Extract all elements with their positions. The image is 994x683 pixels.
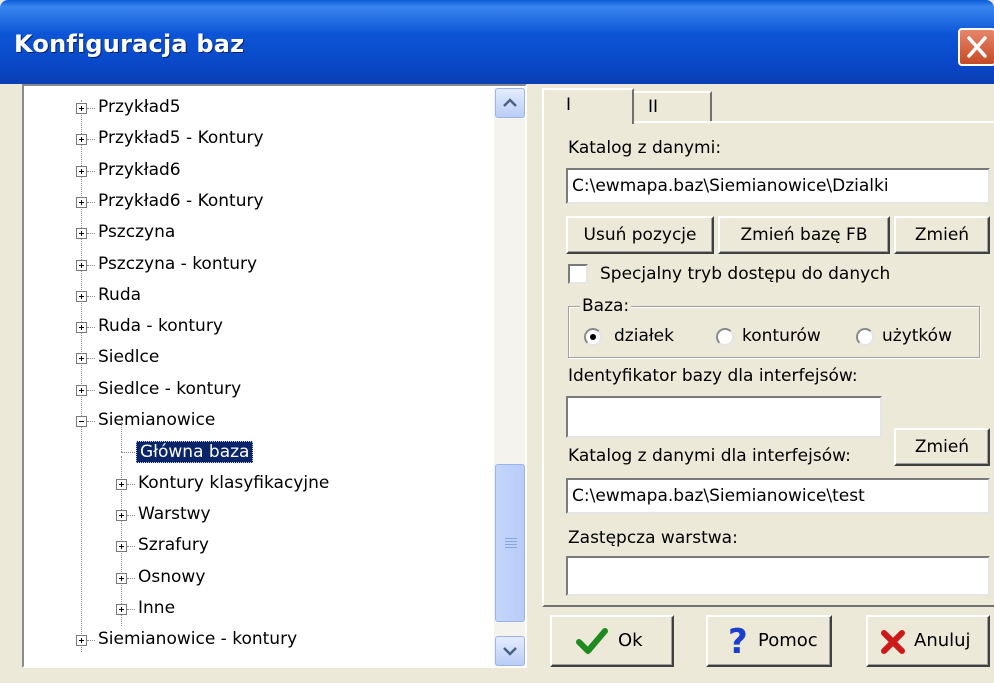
cancel-button[interactable]: Anuluj bbox=[866, 615, 990, 667]
special-mode-label: Specjalny tryb dostępu do danych bbox=[600, 264, 891, 284]
tree-item[interactable]: Przykład6 bbox=[24, 157, 489, 185]
change-fb-base-button[interactable]: Zmień bazę FB bbox=[718, 216, 890, 254]
tree-item-label: Szrafury bbox=[138, 535, 209, 555]
tree-item-label: Kontury klasyfikacyjne bbox=[138, 473, 330, 493]
radio-konturow[interactable] bbox=[716, 328, 734, 346]
tree-item[interactable]: Kontury klasyfikacyjne bbox=[24, 470, 489, 498]
tree-item-label: Pszczyna bbox=[98, 222, 176, 242]
tree-item[interactable]: Główna baza bbox=[24, 422, 489, 466]
scroll-up-button[interactable] bbox=[495, 88, 525, 118]
expand-icon[interactable] bbox=[116, 479, 127, 490]
expand-icon[interactable] bbox=[76, 228, 87, 239]
iface-dir-change-button[interactable]: Zmień bbox=[894, 428, 990, 466]
scroll-down-button[interactable] bbox=[495, 636, 525, 666]
tree-item[interactable]: Inne bbox=[24, 595, 489, 623]
change-button[interactable]: Zmień bbox=[894, 216, 990, 254]
tree-item-label: Przykład5 bbox=[98, 97, 181, 117]
tree-item[interactable]: Przykład5 - Kontury bbox=[24, 125, 489, 153]
tree-item-label: Siemianowice - kontury bbox=[98, 629, 298, 649]
help-button[interactable]: ? Pomoc bbox=[706, 615, 832, 667]
tree-item-label: Warstwy bbox=[138, 504, 211, 524]
dialog-window: Konfiguracja baz Przykład5 Przykład5 - Ko… bbox=[0, 0, 994, 683]
tree-item[interactable]: Przykład5 bbox=[24, 94, 489, 122]
iface-dir-label: Katalog z danymi dla interfejsów: bbox=[568, 446, 851, 466]
iface-id-field[interactable] bbox=[566, 396, 882, 438]
expand-icon[interactable] bbox=[116, 604, 127, 615]
expand-icon[interactable] bbox=[116, 573, 127, 584]
subst-layer-field[interactable] bbox=[566, 556, 990, 596]
svg-text:?: ? bbox=[728, 623, 748, 659]
tree-item-label: Siemianowice bbox=[98, 410, 216, 430]
tree-item[interactable]: Osnowy bbox=[24, 564, 489, 592]
tree-item-label: Przykład6 bbox=[98, 160, 181, 180]
expand-icon[interactable] bbox=[76, 353, 87, 364]
expand-icon[interactable] bbox=[76, 385, 87, 396]
database-tree[interactable]: Przykład5 Przykład5 - Kontury Przykład6 Prz… bbox=[22, 84, 527, 668]
tab-ii[interactable]: II bbox=[632, 91, 712, 122]
ok-button[interactable]: Ok bbox=[550, 615, 674, 667]
tree-item[interactable]: Ruda - kontury bbox=[24, 313, 489, 341]
tree-item[interactable]: Siemianowice - kontury bbox=[24, 626, 489, 654]
tree-item-label: Główna baza bbox=[136, 441, 254, 463]
tree-item-label: Ruda bbox=[98, 285, 142, 305]
expand-icon[interactable] bbox=[76, 635, 87, 646]
close-icon bbox=[967, 36, 987, 58]
expand-icon[interactable] bbox=[76, 166, 87, 177]
tree-item[interactable]: Szrafury bbox=[24, 532, 489, 560]
arrow-up-icon bbox=[503, 98, 517, 107]
tree-item-label: Ruda - kontury bbox=[98, 316, 223, 336]
tree-item[interactable]: Przykład6 - Kontury bbox=[24, 188, 489, 216]
expand-icon[interactable] bbox=[76, 197, 87, 208]
expand-icon[interactable] bbox=[116, 541, 127, 552]
tree-item-label: Przykład6 - Kontury bbox=[98, 191, 264, 211]
iface-dir-field[interactable]: C:\ewmapa.baz\Siemianowice\test bbox=[566, 478, 990, 514]
close-button[interactable] bbox=[958, 28, 994, 66]
iface-id-label: Identyfikator bazy dla interfejsów: bbox=[568, 366, 858, 386]
tree-item-label: Siedlce bbox=[98, 347, 160, 367]
tree-scrollbar[interactable] bbox=[494, 88, 525, 666]
base-group-label: Baza: bbox=[580, 296, 632, 316]
tree-item-label: Przykład5 - Kontury bbox=[98, 128, 264, 148]
expand-icon[interactable] bbox=[116, 510, 127, 521]
expand-icon[interactable] bbox=[76, 260, 87, 271]
radio-dzialek[interactable] bbox=[584, 328, 602, 346]
special-mode-checkbox[interactable] bbox=[568, 264, 588, 284]
tree-item[interactable]: Ruda bbox=[24, 282, 489, 310]
question-mark-icon: ? bbox=[728, 623, 748, 659]
radio-uzytkow[interactable] bbox=[856, 328, 874, 346]
tree-item-label: Osnowy bbox=[138, 567, 206, 587]
data-dir-field[interactable]: C:\ewmapa.baz\Siemianowice\Dzialki bbox=[566, 168, 990, 204]
tree-item-label: Siedlce - kontury bbox=[98, 379, 242, 399]
title-bar[interactable]: Konfiguracja baz bbox=[0, 0, 994, 84]
window-title: Konfiguracja baz bbox=[14, 30, 245, 58]
arrow-down-icon bbox=[503, 647, 517, 656]
subst-layer-label: Zastępcza warstwa: bbox=[568, 528, 738, 548]
expand-icon[interactable] bbox=[76, 322, 87, 333]
x-cross-icon bbox=[881, 630, 905, 654]
tab-i[interactable]: I bbox=[542, 88, 634, 124]
tree-item[interactable]: Siedlce bbox=[24, 344, 489, 372]
tree-item[interactable]: Warstwy bbox=[24, 501, 489, 529]
radio-dzialek-label: działek bbox=[614, 326, 674, 346]
expand-icon[interactable] bbox=[76, 291, 87, 302]
tree-item[interactable]: Siemianowice bbox=[24, 407, 489, 435]
tree-item[interactable]: Pszczyna - kontury bbox=[24, 251, 489, 279]
data-dir-label: Katalog z danymi: bbox=[568, 138, 722, 158]
tree-item[interactable]: Pszczyna bbox=[24, 219, 489, 247]
checkmark-icon bbox=[576, 628, 608, 654]
expand-icon[interactable] bbox=[76, 134, 87, 145]
radio-uzytkow-label: użytków bbox=[882, 326, 952, 346]
remove-items-button[interactable]: Usuń pozycje bbox=[566, 216, 714, 254]
tree-item[interactable]: Siedlce - kontury bbox=[24, 376, 489, 404]
scroll-thumb[interactable] bbox=[495, 464, 525, 622]
expand-icon[interactable] bbox=[76, 103, 87, 114]
tree-item-label: Pszczyna - kontury bbox=[98, 254, 258, 274]
radio-konturow-label: konturów bbox=[742, 326, 821, 346]
collapse-icon[interactable] bbox=[76, 416, 87, 427]
tree-item-label: Inne bbox=[138, 598, 176, 618]
